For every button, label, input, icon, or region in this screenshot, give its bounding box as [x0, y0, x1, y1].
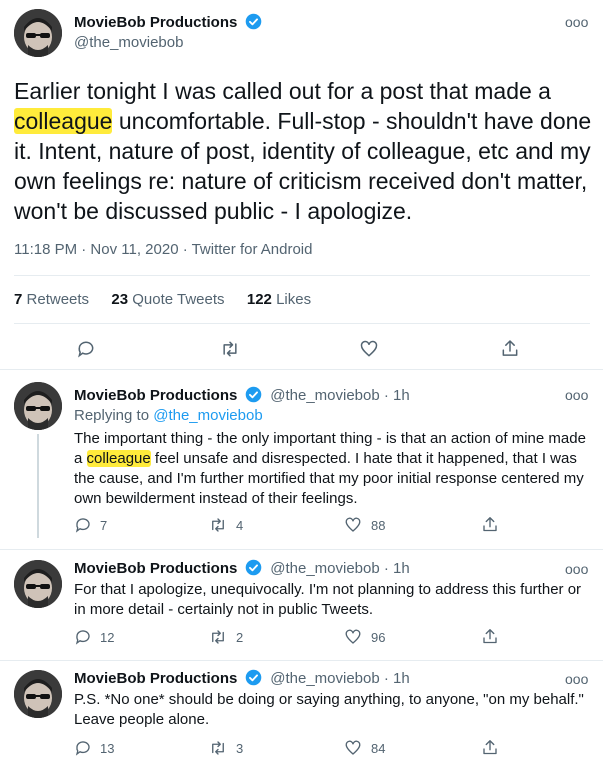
avatar-image — [14, 670, 62, 718]
retweet-icon — [212, 741, 224, 755]
more-options-icon[interactable]: ooo — [565, 387, 588, 403]
tweet-text: Earlier tonight I was called out for a p… — [14, 76, 592, 226]
reply-icon — [78, 341, 94, 358]
reply-count: 12 — [100, 629, 115, 645]
tweet-timestamp[interactable]: 11:18 PM · Nov 11, 2020 · Twitter for An… — [14, 241, 312, 258]
share-button[interactable] — [481, 627, 507, 646]
avatar-image — [14, 9, 62, 57]
replying-to: Replying to @the_moviebob — [74, 407, 263, 424]
replying-to-handle[interactable]: @the_moviebob — [153, 407, 262, 424]
share-button[interactable] — [481, 515, 507, 534]
quote-tweets-count: 23 — [111, 291, 129, 308]
like-button[interactable] — [358, 339, 380, 364]
verified-badge-icon — [245, 559, 262, 576]
avatar-image — [14, 382, 62, 430]
more-options-icon[interactable]: ooo — [565, 671, 588, 687]
reply-button[interactable] — [76, 339, 96, 364]
divider — [0, 660, 603, 661]
share-button[interactable] — [481, 738, 507, 757]
divider — [0, 369, 603, 370]
replying-to-label: Replying to — [74, 407, 154, 424]
reply-author-name[interactable]: MovieBob Productions — [74, 670, 237, 687]
author-name-row: MovieBob Productions — [74, 13, 262, 32]
like-button[interactable]: 96 — [343, 628, 385, 646]
reply-header: MovieBob Productions @the_moviebob · 1h — [74, 559, 410, 578]
quote-tweets-label: Quote Tweets — [132, 291, 225, 308]
more-options-icon[interactable]: ooo — [565, 561, 588, 577]
share-icon — [483, 517, 497, 532]
reply-icon — [75, 741, 90, 756]
reply-avatar[interactable] — [14, 670, 62, 718]
tweet-text-part: Earlier tonight I was called out for a p… — [14, 78, 551, 104]
share-icon — [483, 740, 497, 755]
author-name[interactable]: MovieBob Productions — [74, 14, 237, 31]
reply-count: 7 — [100, 517, 108, 533]
retweet-count: 4 — [236, 517, 244, 533]
verified-badge-icon — [245, 13, 262, 30]
author-handle[interactable]: @the_moviebob — [74, 34, 183, 51]
retweet-button[interactable]: 2 — [208, 628, 243, 646]
reply-icon — [75, 630, 90, 645]
reply-button[interactable]: 12 — [74, 628, 114, 646]
likes-count: 122 — [246, 291, 272, 308]
likes-label: Likes — [276, 291, 312, 308]
reply-text-part: feel unsafe and disrespected. I hate tha… — [74, 450, 584, 507]
divider — [0, 549, 603, 550]
retweets-stat[interactable]: 7 Retweets — [14, 291, 93, 308]
thread-connector — [37, 434, 39, 538]
verified-badge-icon — [245, 669, 262, 686]
reply-text: The important thing - the only important… — [74, 429, 590, 509]
reply-author-name[interactable]: MovieBob Productions — [74, 560, 237, 577]
highlighted-word: colleague — [14, 108, 113, 134]
divider — [14, 275, 590, 276]
reply-avatar[interactable] — [14, 382, 62, 430]
retweet-icon — [223, 341, 237, 357]
retweet-icon — [212, 630, 224, 644]
reply-icon — [75, 518, 90, 533]
reply-count: 13 — [100, 740, 115, 756]
heart-icon — [360, 340, 378, 357]
likes-stat[interactable]: 122 Likes — [247, 291, 311, 308]
reply-text: P.S. *No one* should be doing or saying … — [74, 691, 584, 728]
share-icon — [502, 340, 518, 356]
avatar-image — [14, 560, 62, 608]
reply-handle-time[interactable]: @the_moviebob · 1h — [270, 670, 409, 687]
retweets-label: Retweets — [26, 291, 90, 308]
reply-button[interactable]: 7 — [74, 516, 107, 534]
highlighted-word: colleague — [86, 450, 151, 467]
like-count: 96 — [371, 629, 386, 645]
divider — [14, 323, 590, 324]
reply-text: For that I apologize, unequivocally. I'm… — [74, 581, 582, 618]
like-button[interactable]: 88 — [343, 516, 385, 534]
like-button[interactable]: 84 — [343, 739, 385, 757]
reply-author-name[interactable]: MovieBob Productions — [74, 387, 237, 404]
reply-button[interactable]: 13 — [74, 739, 114, 757]
share-icon — [483, 629, 497, 644]
retweet-icon — [212, 518, 224, 532]
reply-header: MovieBob Productions @the_moviebob · 1h — [74, 386, 410, 405]
author-avatar[interactable] — [14, 9, 62, 57]
share-button[interactable] — [500, 338, 520, 364]
heart-icon — [345, 517, 361, 532]
like-count: 88 — [371, 517, 386, 533]
retweet-count: 3 — [236, 740, 244, 756]
more-options-icon[interactable]: ooo — [565, 14, 588, 30]
retweet-button[interactable]: 3 — [208, 739, 243, 757]
reply-handle-time[interactable]: @the_moviebob · 1h — [270, 387, 409, 404]
heart-icon — [345, 629, 361, 644]
like-count: 84 — [371, 740, 386, 756]
reply-handle-time[interactable]: @the_moviebob · 1h — [270, 560, 409, 577]
quote-tweets-stat[interactable]: 23 Quote Tweets — [111, 291, 228, 308]
reply-header: MovieBob Productions @the_moviebob · 1h — [74, 669, 410, 688]
tweet-stats: 7 Retweets 23 Quote Tweets 122 Likes — [14, 291, 311, 308]
retweet-button[interactable] — [219, 339, 241, 364]
retweet-count: 2 — [236, 629, 244, 645]
retweets-count: 7 — [14, 291, 23, 308]
verified-badge-icon — [245, 386, 262, 403]
retweet-button[interactable]: 4 — [208, 516, 243, 534]
heart-icon — [345, 740, 361, 755]
reply-avatar[interactable] — [14, 560, 62, 608]
